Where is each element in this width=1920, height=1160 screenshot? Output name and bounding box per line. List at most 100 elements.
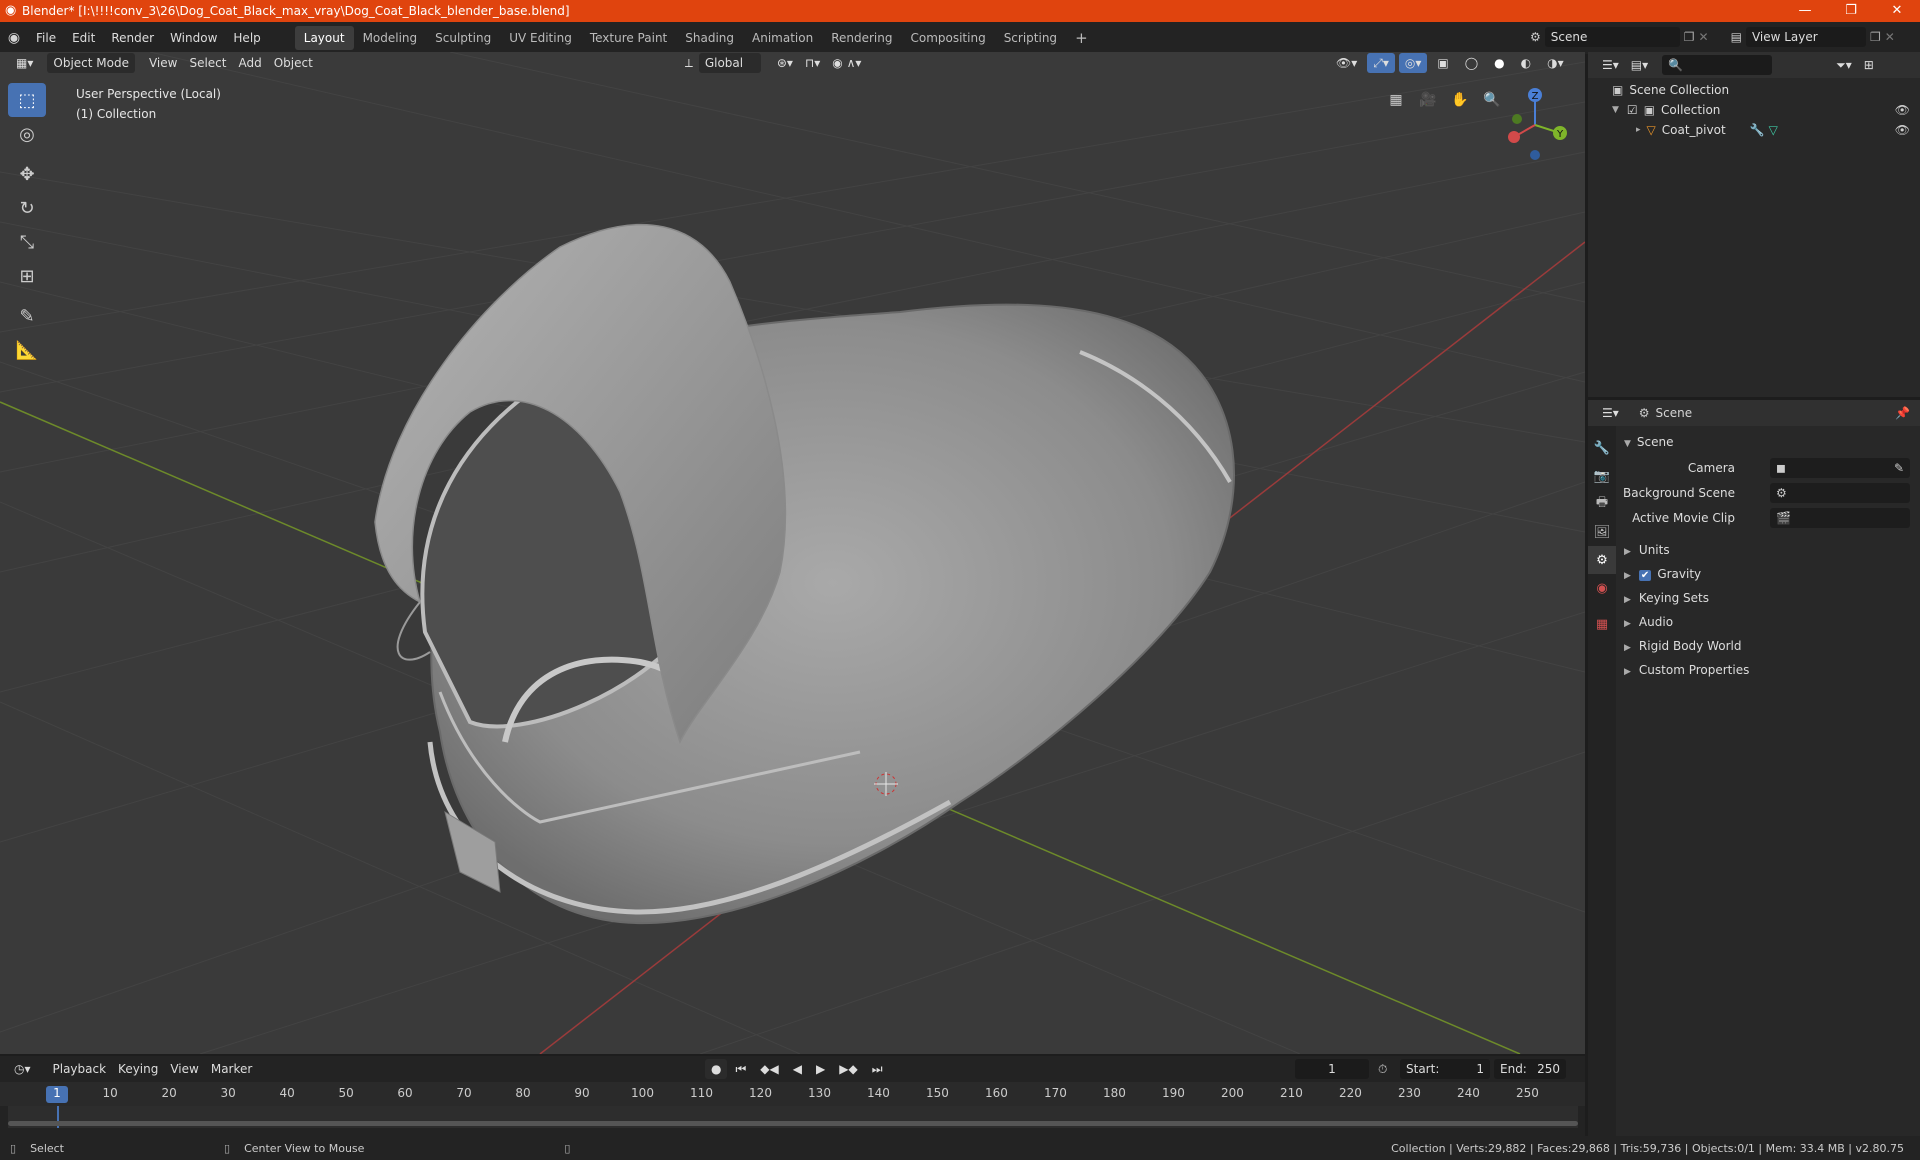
preview-range-icon[interactable]: ⏱: [1378, 1062, 1387, 1077]
tab-compositing[interactable]: Compositing: [901, 26, 994, 50]
end-frame-field[interactable]: End: 250: [1494, 1059, 1566, 1079]
world-tab-icon[interactable]: ◉: [1588, 574, 1616, 602]
outliner-search-input[interactable]: 🔍: [1662, 55, 1773, 75]
texture-tab-icon[interactable]: ▦: [1588, 610, 1616, 638]
3d-viewport[interactable]: [0, 52, 1585, 1054]
pivot-point-icon[interactable]: ⊛▾: [771, 53, 799, 73]
play-icon[interactable]: ▶: [810, 1059, 831, 1079]
section-units[interactable]: ▶ Units: [1624, 540, 1670, 560]
add-workspace-button[interactable]: +: [1066, 26, 1097, 50]
outliner-editor-type-icon[interactable]: ☰▾: [1596, 55, 1625, 75]
menu-window[interactable]: Window: [162, 22, 225, 54]
section-gravity[interactable]: ▶ ✔ Gravity: [1624, 564, 1701, 584]
camera-field[interactable]: ◼ ✎: [1770, 458, 1910, 478]
tab-texture-paint[interactable]: Texture Paint: [581, 26, 676, 50]
timeline-menu-keying[interactable]: Keying: [112, 1059, 164, 1079]
expand-arrow-icon[interactable]: ▼: [1612, 100, 1619, 120]
move-tool-icon[interactable]: ✥: [8, 157, 46, 191]
overlay-toggle-icon[interactable]: ◎▾: [1398, 53, 1428, 73]
current-frame-field[interactable]: 1: [1295, 1059, 1369, 1079]
solid-shading-icon[interactable]: ●: [1488, 53, 1510, 73]
menu-edit[interactable]: Edit: [64, 22, 103, 54]
scale-tool-icon[interactable]: ⤡: [8, 225, 46, 259]
outliner-row-coat-pivot[interactable]: ▸ ▽ Coat_pivot 🔧 ▽ 👁: [1588, 120, 1920, 140]
tab-scripting[interactable]: Scripting: [995, 26, 1066, 50]
delete-view-layer-icon[interactable]: ✕: [1885, 30, 1895, 44]
modifier-wrench-icon[interactable]: 🔧: [1750, 120, 1765, 140]
tab-modeling[interactable]: Modeling: [354, 26, 427, 50]
menu-render[interactable]: Render: [103, 22, 162, 54]
jump-start-icon[interactable]: ⏮: [729, 1059, 752, 1079]
prev-keyframe-icon[interactable]: ◆◀: [754, 1059, 784, 1079]
gravity-checkbox-icon[interactable]: ✔: [1638, 570, 1652, 581]
display-mode-icon[interactable]: ▤▾: [1625, 55, 1654, 75]
section-audio[interactable]: ▶ Audio: [1624, 612, 1673, 632]
next-keyframe-icon[interactable]: ▶◆: [833, 1059, 863, 1079]
snap-icon[interactable]: ⊓▾: [799, 53, 826, 73]
xray-toggle-icon[interactable]: ▣: [1431, 53, 1454, 73]
scene-panel-header[interactable]: ▼ Scene: [1624, 432, 1674, 452]
view-layer-tab-icon[interactable]: 🖼: [1588, 518, 1616, 546]
start-frame-field[interactable]: Start: 1: [1400, 1059, 1490, 1079]
record-button-icon[interactable]: ●: [705, 1059, 728, 1079]
menu-help[interactable]: Help: [225, 22, 268, 54]
properties-editor-type-icon[interactable]: ☰▾: [1596, 403, 1625, 423]
annotate-tool-icon[interactable]: ✎: [8, 299, 46, 333]
section-keying-sets[interactable]: ▶ Keying Sets: [1624, 588, 1709, 608]
viewport-menu-add[interactable]: Add: [232, 53, 267, 73]
tab-rendering[interactable]: Rendering: [822, 26, 901, 50]
minimize-button[interactable]: —: [1782, 0, 1828, 22]
scene-tab-icon[interactable]: ⚙: [1588, 546, 1616, 574]
exclude-checkbox-icon[interactable]: ☑: [1627, 100, 1638, 120]
rotate-tool-icon[interactable]: ↻: [8, 191, 46, 225]
timeline-menu-playback[interactable]: Playback: [47, 1059, 113, 1079]
timeline-track[interactable]: [8, 1106, 1578, 1128]
pin-icon[interactable]: 📌: [1895, 406, 1910, 420]
wireframe-shading-icon[interactable]: ◯: [1459, 53, 1484, 73]
menu-file[interactable]: File: [28, 22, 64, 54]
tab-uv-editing[interactable]: UV Editing: [500, 26, 581, 50]
mesh-data-icon[interactable]: ▽: [1769, 120, 1778, 140]
camera-view-icon[interactable]: 🎥: [1415, 87, 1441, 113]
background-scene-field[interactable]: ⚙: [1770, 483, 1910, 503]
viewport-menu-view[interactable]: View: [143, 53, 183, 73]
transform-orientation-dropdown[interactable]: Global: [698, 53, 761, 73]
render-tab-icon[interactable]: 📷: [1588, 462, 1616, 490]
viewport-menu-object[interactable]: Object: [268, 53, 319, 73]
new-scene-icon[interactable]: ❐: [1684, 30, 1695, 44]
expand-arrow-icon[interactable]: ▸: [1636, 120, 1641, 140]
tab-sculpting[interactable]: Sculpting: [426, 26, 500, 50]
coat-model[interactable]: [374, 224, 1235, 924]
section-rigid-body-world[interactable]: ▶ Rigid Body World: [1624, 636, 1741, 656]
tab-layout[interactable]: Layout: [294, 26, 354, 50]
mode-dropdown[interactable]: Object Mode: [47, 53, 135, 73]
timeline-scrollbar[interactable]: [8, 1121, 1578, 1126]
scene-selector[interactable]: Scene: [1544, 27, 1680, 47]
play-reverse-icon[interactable]: ◀: [787, 1059, 808, 1079]
blender-menu-icon[interactable]: ◉: [0, 30, 28, 46]
new-collection-icon[interactable]: ⊞: [1858, 55, 1880, 75]
rendered-shading-icon[interactable]: ◑▾: [1541, 53, 1570, 73]
view-layer-selector[interactable]: View Layer: [1745, 27, 1866, 47]
transform-tool-icon[interactable]: ⊞: [8, 259, 46, 293]
visibility-icon[interactable]: 👁▾: [1330, 53, 1363, 73]
tab-shading[interactable]: Shading: [676, 26, 743, 50]
filter-icon[interactable]: ⏷▾: [1830, 55, 1858, 75]
output-tab-icon[interactable]: 🖶: [1588, 490, 1616, 518]
timeline-menu-marker[interactable]: Marker: [205, 1059, 258, 1079]
object-visibility-eye-icon[interactable]: 👁: [1895, 120, 1910, 140]
perspective-toggle-icon[interactable]: ▦: [1383, 87, 1409, 113]
tool-tab-icon[interactable]: 🔧: [1588, 434, 1616, 462]
timeline-menu-view[interactable]: View: [164, 1059, 204, 1079]
outliner-row-collection[interactable]: ▼ ☑ ▣ Collection 👁: [1588, 100, 1920, 120]
eyedropper-icon[interactable]: ✎: [1894, 458, 1904, 478]
viewport-menu-select[interactable]: Select: [183, 53, 232, 73]
jump-end-icon[interactable]: ⏭: [866, 1059, 889, 1079]
navigation-gizmo[interactable]: Z Y: [1500, 85, 1570, 160]
proportional-edit-icon[interactable]: ◉ ∧▾: [826, 53, 867, 73]
select-box-tool-icon[interactable]: ⬚: [8, 83, 46, 117]
cursor-tool-icon[interactable]: ◎: [8, 117, 46, 151]
pan-hand-icon[interactable]: ✋: [1447, 87, 1473, 113]
gizmo-toggle-icon[interactable]: ⤢▾: [1367, 53, 1395, 73]
editor-type-icon[interactable]: ▦▾: [10, 53, 39, 73]
